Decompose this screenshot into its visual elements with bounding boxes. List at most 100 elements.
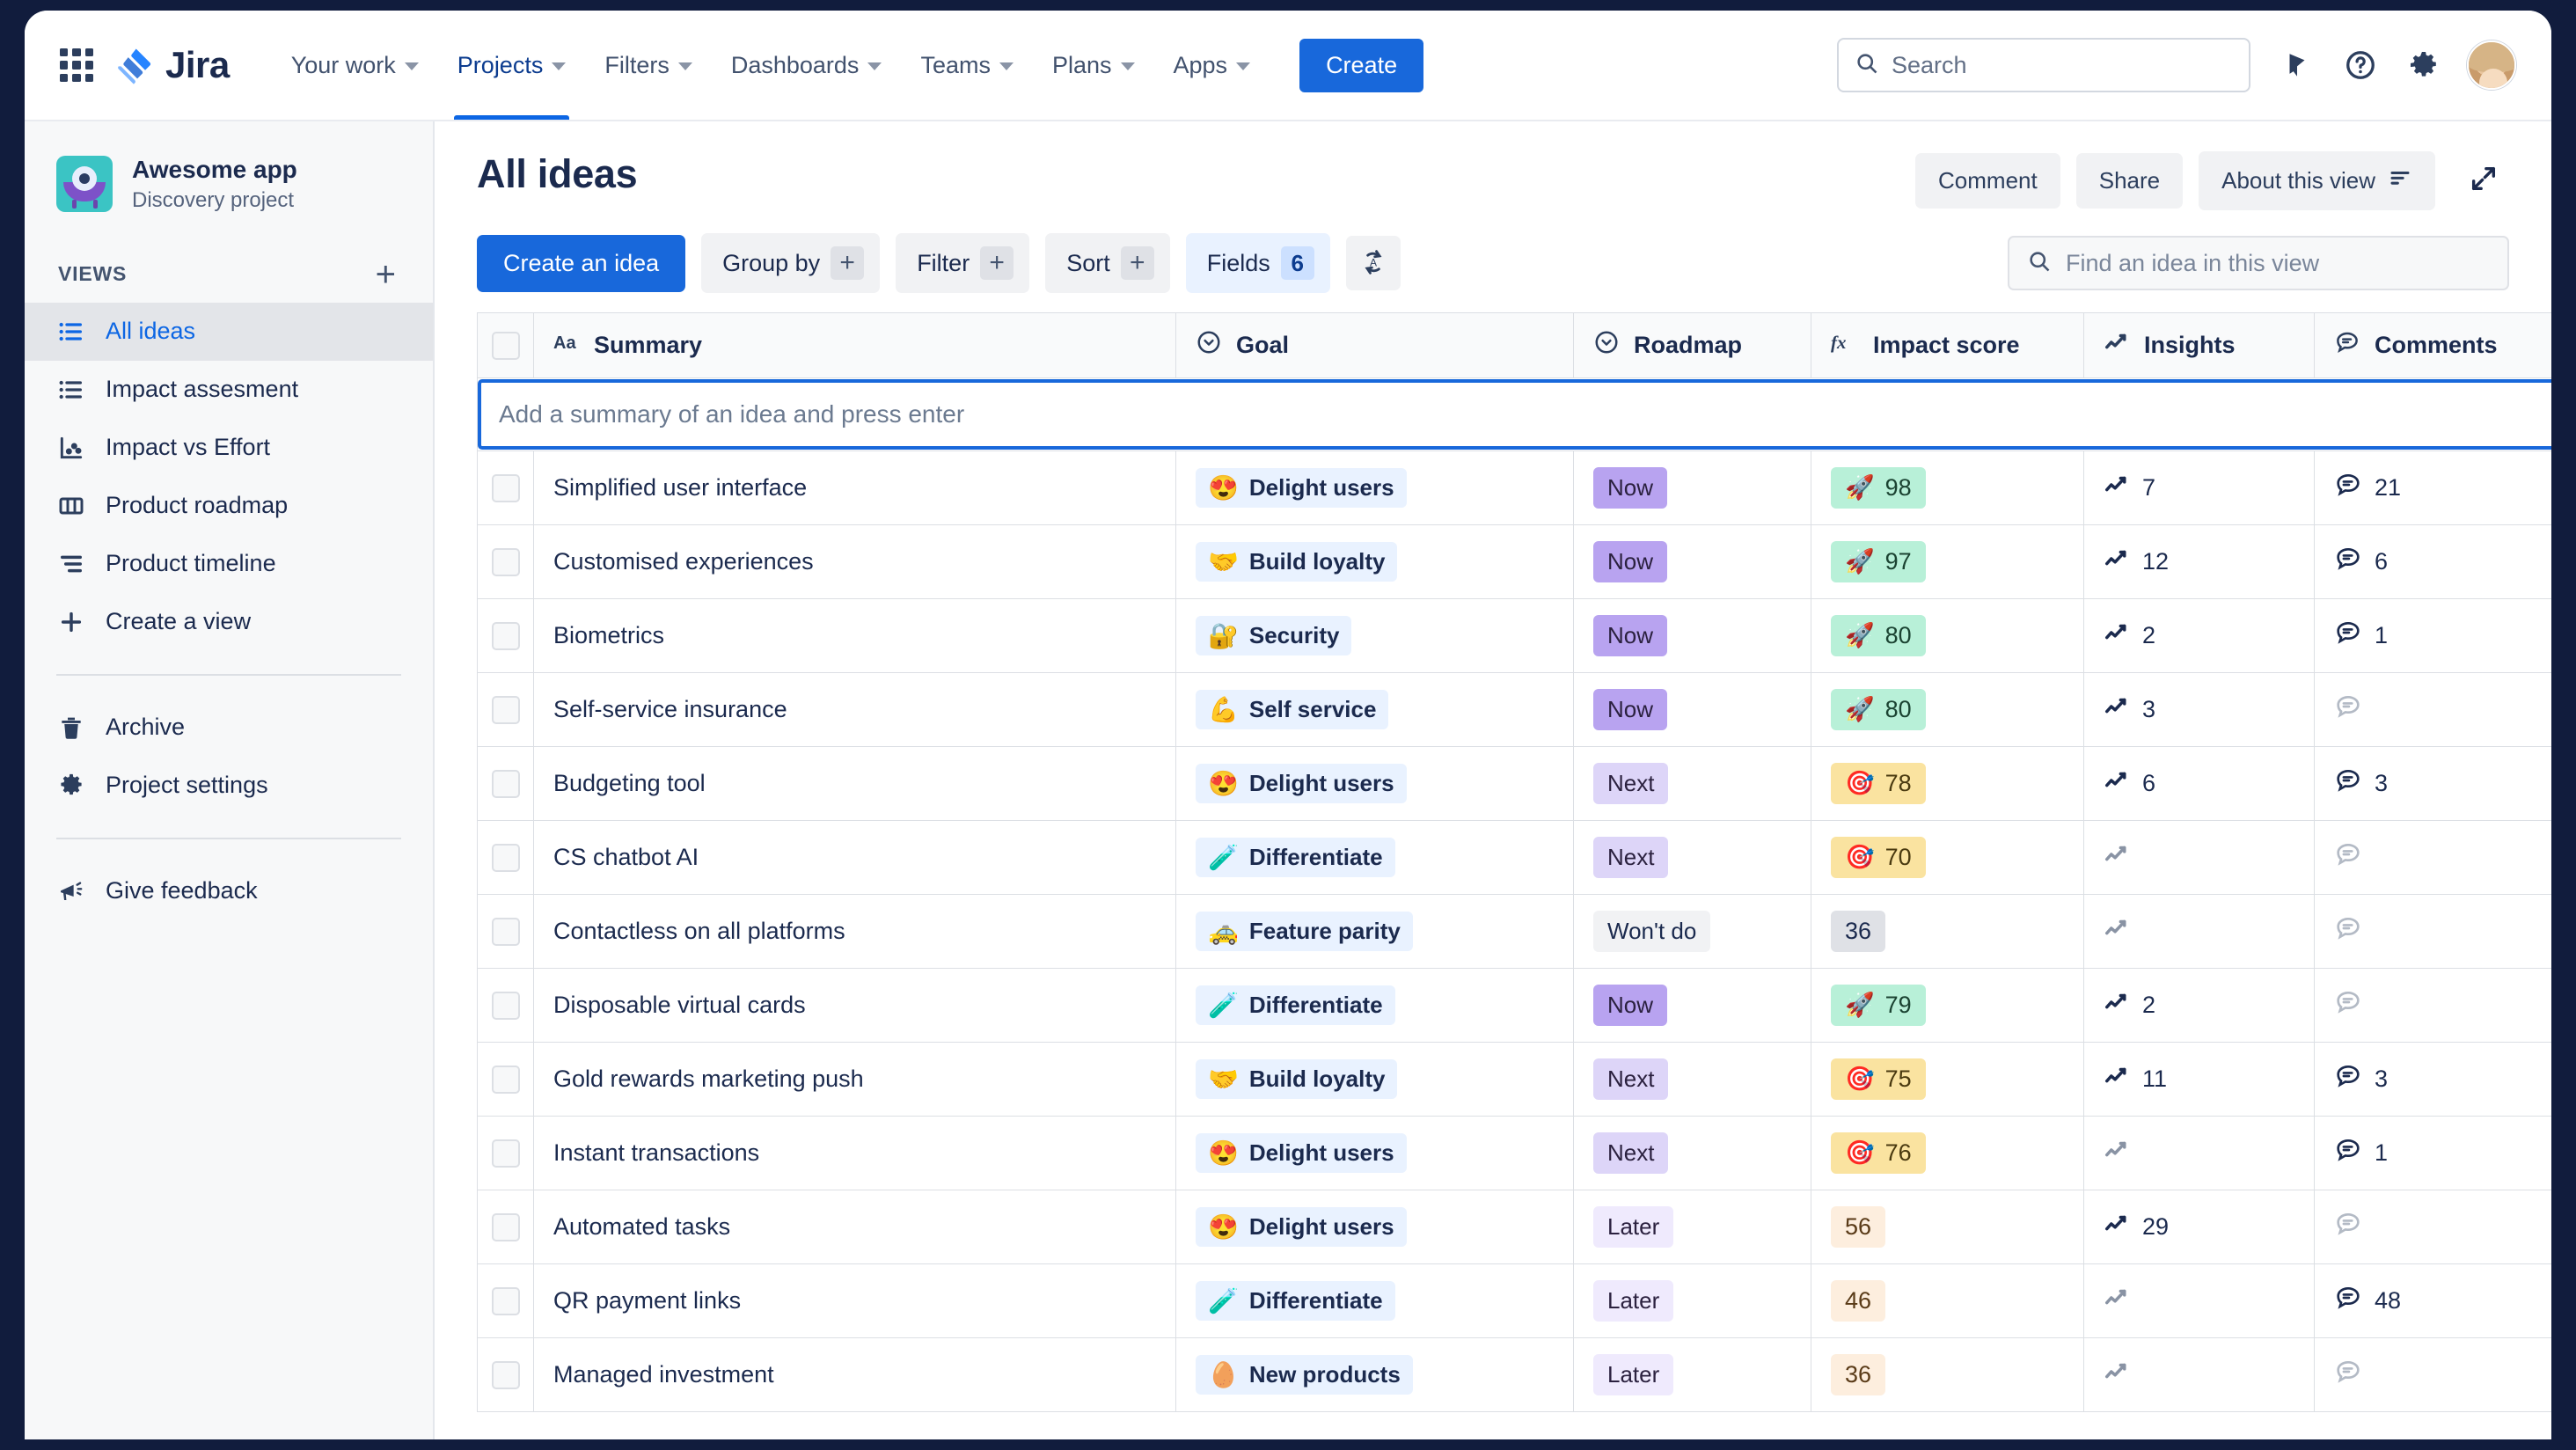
column-header-summary[interactable]: Aa Summary bbox=[533, 312, 1176, 378]
comments-cell[interactable] bbox=[2314, 894, 2551, 969]
insights-cell[interactable] bbox=[2083, 820, 2315, 895]
row-checkbox[interactable] bbox=[491, 991, 520, 1020]
goal-cell[interactable]: 🧪 Differentiate bbox=[1175, 968, 1574, 1043]
summary-cell[interactable]: Gold rewards marketing push bbox=[533, 1042, 1176, 1117]
comments-cell[interactable]: 21 bbox=[2314, 450, 2551, 525]
row-checkbox[interactable] bbox=[491, 1212, 520, 1241]
about-this-view-button[interactable]: About this view bbox=[2199, 151, 2435, 210]
fields-button[interactable]: Fields 6 bbox=[1185, 233, 1330, 293]
column-header-goal[interactable]: Goal bbox=[1175, 312, 1574, 378]
comments-cell[interactable]: 3 bbox=[2314, 1042, 2551, 1117]
sidebar-item-project-settings[interactable]: Project settings bbox=[25, 757, 433, 815]
impact-score-cell[interactable]: 🎯 75 bbox=[1811, 1042, 2084, 1117]
sidebar-item-give-feedback[interactable]: Give feedback bbox=[25, 862, 433, 920]
impact-score-cell[interactable]: 56 bbox=[1811, 1190, 2084, 1264]
expand-icon[interactable] bbox=[2458, 153, 2509, 209]
sidebar-item-all-ideas[interactable]: All ideas bbox=[25, 302, 433, 361]
summary-cell[interactable]: Budgeting tool bbox=[533, 746, 1176, 821]
impact-score-cell[interactable]: 🚀 80 bbox=[1811, 598, 2084, 673]
insights-cell[interactable]: 7 bbox=[2083, 450, 2315, 525]
add-view-button[interactable]: + bbox=[369, 257, 403, 292]
column-header-impact-score[interactable]: fx Impact score bbox=[1811, 312, 2084, 378]
row-checkbox[interactable] bbox=[491, 1065, 520, 1094]
comments-cell[interactable] bbox=[2314, 672, 2551, 747]
insights-cell[interactable]: 6 bbox=[2083, 746, 2315, 821]
insights-cell[interactable]: 12 bbox=[2083, 524, 2315, 599]
insights-cell[interactable]: 2 bbox=[2083, 968, 2315, 1043]
summary-cell[interactable]: Contactless on all platforms bbox=[533, 894, 1176, 969]
roadmap-cell[interactable]: Now bbox=[1573, 450, 1811, 525]
global-search-input[interactable] bbox=[1892, 51, 2233, 79]
summary-cell[interactable]: Self-service insurance bbox=[533, 672, 1176, 747]
summary-cell[interactable]: Simplified user interface bbox=[533, 450, 1176, 525]
row-checkbox[interactable] bbox=[491, 621, 520, 650]
comments-cell[interactable]: 3 bbox=[2314, 746, 2551, 821]
settings-icon[interactable] bbox=[2404, 45, 2444, 85]
sidebar-item-product-timeline[interactable]: Product timeline bbox=[25, 535, 433, 593]
table-row[interactable]: Disposable virtual cards 🧪 Differentiate No… bbox=[477, 968, 2551, 1043]
comments-cell[interactable]: 1 bbox=[2314, 598, 2551, 673]
summary-cell[interactable]: Biometrics bbox=[533, 598, 1176, 673]
auto-sort-button[interactable]: A bbox=[1345, 236, 1401, 290]
new-idea-input-wrapper[interactable] bbox=[478, 379, 2551, 450]
insights-cell[interactable] bbox=[2083, 1116, 2315, 1190]
goal-cell[interactable]: 💪 Self service bbox=[1175, 672, 1574, 747]
comments-cell[interactable] bbox=[2314, 1190, 2551, 1264]
nav-item-dashboards[interactable]: Dashboards bbox=[712, 11, 902, 120]
row-checkbox[interactable] bbox=[491, 769, 520, 798]
impact-score-cell[interactable]: 🚀 97 bbox=[1811, 524, 2084, 599]
goal-cell[interactable]: 🥚 New products bbox=[1175, 1337, 1574, 1412]
comments-cell[interactable]: 48 bbox=[2314, 1263, 2551, 1338]
table-row[interactable]: Self-service insurance 💪 Self service Now 🚀 8… bbox=[477, 672, 2551, 747]
nav-item-plans[interactable]: Plans bbox=[1033, 11, 1154, 120]
impact-score-cell[interactable]: 36 bbox=[1811, 1337, 2084, 1412]
row-checkbox[interactable] bbox=[491, 1360, 520, 1389]
impact-score-cell[interactable]: 🎯 70 bbox=[1811, 820, 2084, 895]
create-an-idea-button[interactable]: Create an idea bbox=[477, 234, 686, 292]
sidebar-item-impact-assesment[interactable]: Impact assesment bbox=[25, 361, 433, 419]
goal-cell[interactable]: 😍 Delight users bbox=[1175, 1116, 1574, 1190]
goal-cell[interactable]: 🧪 Differentiate bbox=[1175, 820, 1574, 895]
roadmap-cell[interactable]: Later bbox=[1573, 1263, 1811, 1338]
roadmap-cell[interactable]: Now bbox=[1573, 968, 1811, 1043]
insights-cell[interactable]: 2 bbox=[2083, 598, 2315, 673]
row-checkbox[interactable] bbox=[491, 473, 520, 502]
row-checkbox[interactable] bbox=[491, 843, 520, 872]
sort-button[interactable]: Sort + bbox=[1045, 233, 1170, 293]
roadmap-cell[interactable]: Now bbox=[1573, 598, 1811, 673]
help-icon[interactable] bbox=[2340, 45, 2381, 85]
row-checkbox[interactable] bbox=[491, 1139, 520, 1168]
project-header[interactable]: Awesome app Discovery project bbox=[25, 121, 433, 239]
summary-cell[interactable]: Managed investment bbox=[533, 1337, 1176, 1412]
table-row[interactable]: Gold rewards marketing push 🤝 Build loyalt… bbox=[477, 1042, 2551, 1117]
impact-score-cell[interactable]: 🚀 98 bbox=[1811, 450, 2084, 525]
roadmap-cell[interactable]: Won't do bbox=[1573, 894, 1811, 969]
user-avatar[interactable] bbox=[2467, 40, 2516, 90]
select-all-checkbox[interactable] bbox=[491, 331, 520, 360]
roadmap-cell[interactable]: Next bbox=[1573, 820, 1811, 895]
app-switcher-icon[interactable] bbox=[56, 45, 97, 85]
summary-cell[interactable]: CS chatbot AI bbox=[533, 820, 1176, 895]
comments-cell[interactable] bbox=[2314, 1337, 2551, 1412]
table-row[interactable]: Biometrics 🔐 Security Now 🚀 80 2 1 bbox=[477, 598, 2551, 673]
find-idea-input[interactable] bbox=[2066, 249, 2490, 277]
impact-score-cell[interactable]: 🚀 80 bbox=[1811, 672, 2084, 747]
roadmap-cell[interactable]: Next bbox=[1573, 1116, 1811, 1190]
insights-cell[interactable] bbox=[2083, 1263, 2315, 1338]
impact-score-cell[interactable]: 46 bbox=[1811, 1263, 2084, 1338]
row-checkbox[interactable] bbox=[491, 695, 520, 724]
nav-item-apps[interactable]: Apps bbox=[1154, 11, 1270, 120]
goal-cell[interactable]: 🔐 Security bbox=[1175, 598, 1574, 673]
row-checkbox[interactable] bbox=[491, 1286, 520, 1315]
roadmap-cell[interactable]: Now bbox=[1573, 672, 1811, 747]
goal-cell[interactable]: 🚕 Feature parity bbox=[1175, 894, 1574, 969]
impact-score-cell[interactable]: 🚀 79 bbox=[1811, 968, 2084, 1043]
row-checkbox[interactable] bbox=[491, 547, 520, 576]
insights-cell[interactable]: 11 bbox=[2083, 1042, 2315, 1117]
group-by-button[interactable]: Group by + bbox=[701, 233, 881, 293]
nav-item-projects[interactable]: Projects bbox=[438, 11, 586, 120]
summary-cell[interactable]: Instant transactions bbox=[533, 1116, 1176, 1190]
summary-cell[interactable]: Automated tasks bbox=[533, 1190, 1176, 1264]
nav-item-filters[interactable]: Filters bbox=[585, 11, 712, 120]
create-button[interactable]: Create bbox=[1299, 38, 1424, 92]
